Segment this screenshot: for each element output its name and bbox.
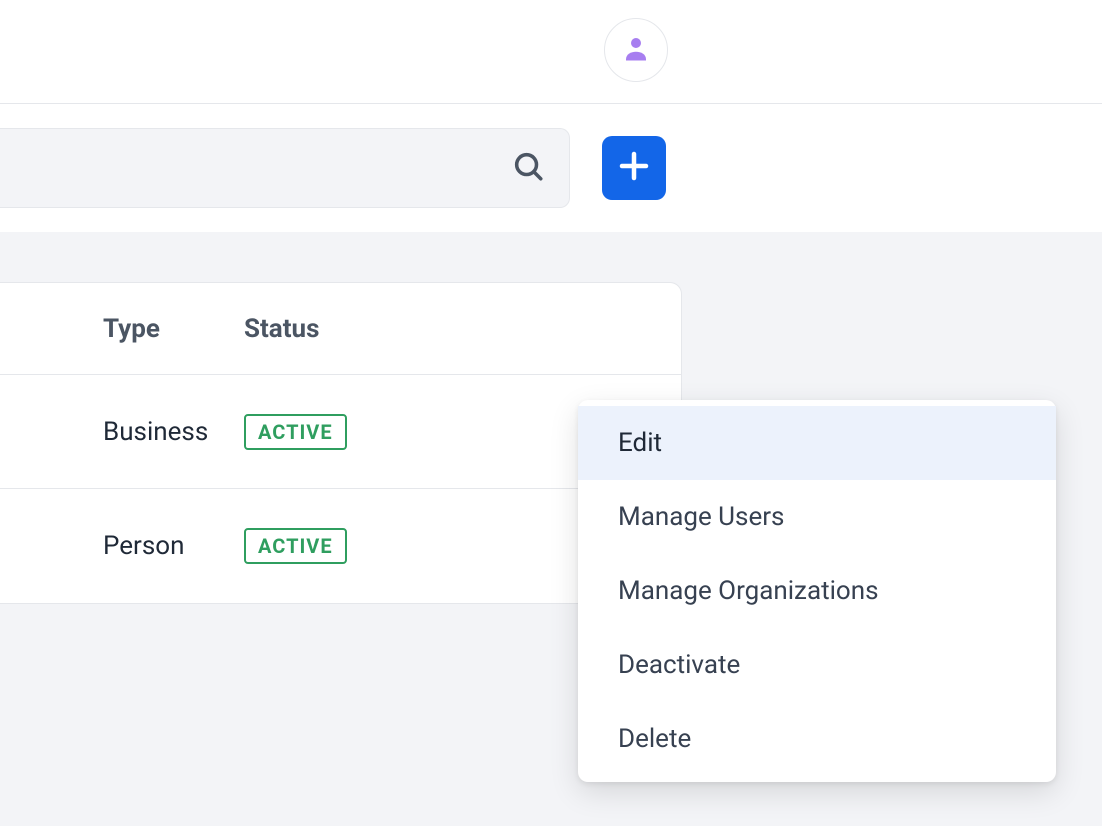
avatar[interactable] bbox=[604, 18, 668, 82]
cell-type: Business bbox=[0, 417, 244, 447]
cell-status: ACTIVE bbox=[244, 414, 544, 450]
menu-item-manage-organizations[interactable]: Manage Organizations bbox=[578, 554, 1056, 628]
person-icon bbox=[621, 33, 651, 67]
row-actions-menu: Edit Manage Users Manage Organizations D… bbox=[578, 400, 1056, 782]
cell-status: ACTIVE bbox=[244, 528, 544, 564]
menu-item-edit[interactable]: Edit bbox=[578, 406, 1056, 480]
search-icon bbox=[511, 149, 545, 187]
add-button[interactable] bbox=[602, 136, 666, 200]
header-bar bbox=[0, 0, 1102, 104]
toolbar bbox=[0, 104, 1102, 232]
plus-icon bbox=[616, 148, 652, 188]
status-badge: ACTIVE bbox=[244, 528, 347, 564]
menu-item-delete[interactable]: Delete bbox=[578, 702, 1056, 776]
menu-item-manage-users[interactable]: Manage Users bbox=[578, 480, 1056, 554]
menu-item-deactivate[interactable]: Deactivate bbox=[578, 628, 1056, 702]
status-badge: ACTIVE bbox=[244, 414, 347, 450]
content-area: Type Status Business ACTIVE Person ACTIV… bbox=[0, 232, 1102, 826]
search-input[interactable] bbox=[0, 128, 570, 208]
column-header-type: Type bbox=[0, 314, 244, 344]
cell-type: Person bbox=[0, 531, 244, 561]
table-header-row: Type Status bbox=[0, 283, 681, 375]
column-header-status: Status bbox=[244, 314, 544, 344]
